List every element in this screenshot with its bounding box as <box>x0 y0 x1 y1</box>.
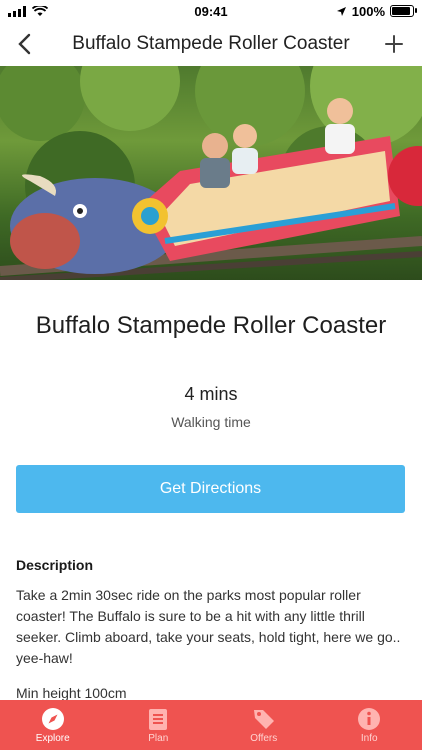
battery-icon <box>390 5 417 17</box>
tab-explore-label: Explore <box>35 732 70 744</box>
min-height-text: Min height 100cm <box>16 685 127 701</box>
description-text: Take a 2min 30sec ride on the parks most… <box>16 587 401 666</box>
ride-title: Buffalo Stampede Roller Coaster <box>35 312 387 339</box>
plus-icon <box>385 35 403 53</box>
tab-info[interactable]: Info <box>317 700 422 750</box>
back-button[interactable] <box>10 30 38 58</box>
tab-offers[interactable]: Offers <box>211 700 317 750</box>
tab-offers-label: Offers <box>250 732 278 744</box>
checklist-icon <box>146 707 170 731</box>
description-heading: Description <box>16 557 94 573</box>
info-icon <box>357 707 381 731</box>
nav-bar: Buffalo Stampede Roller Coaster <box>0 22 422 66</box>
tab-plan-label: Plan <box>148 732 169 744</box>
tab-plan[interactable]: Plan <box>106 700 212 750</box>
chevron-left-icon <box>18 33 31 55</box>
compass-icon <box>41 707 65 731</box>
status-time: 09:41 <box>194 4 228 19</box>
tab-explore[interactable]: Explore <box>0 700 106 750</box>
tab-bar: Explore Plan Offers Info <box>0 700 422 750</box>
roller-coaster-photo <box>0 66 422 280</box>
add-button[interactable] <box>380 30 408 58</box>
ride-photo <box>0 66 422 280</box>
get-directions-button[interactable]: Get Directions <box>16 465 405 513</box>
walking-time-label: Walking time <box>171 414 251 430</box>
tag-icon <box>252 707 276 731</box>
tab-info-label: Info <box>360 732 378 744</box>
status-bar: 09:41 100% <box>0 0 422 22</box>
walking-time-value: 4 mins <box>184 384 238 404</box>
page-title: Buffalo Stampede Roller Coaster <box>72 33 350 54</box>
